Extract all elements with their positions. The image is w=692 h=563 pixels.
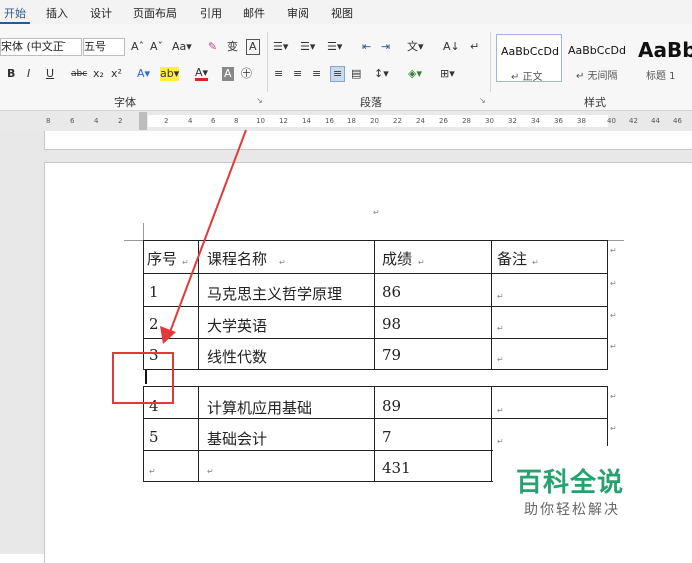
annotation-arrow-head-icon: [160, 326, 176, 344]
annotation-arrow-line: [169, 129, 247, 333]
watermark-subtitle: 助你轻松解决: [524, 502, 620, 518]
watermark-title: 百科全说: [516, 468, 625, 498]
annotation-highlight-box: [112, 352, 174, 404]
